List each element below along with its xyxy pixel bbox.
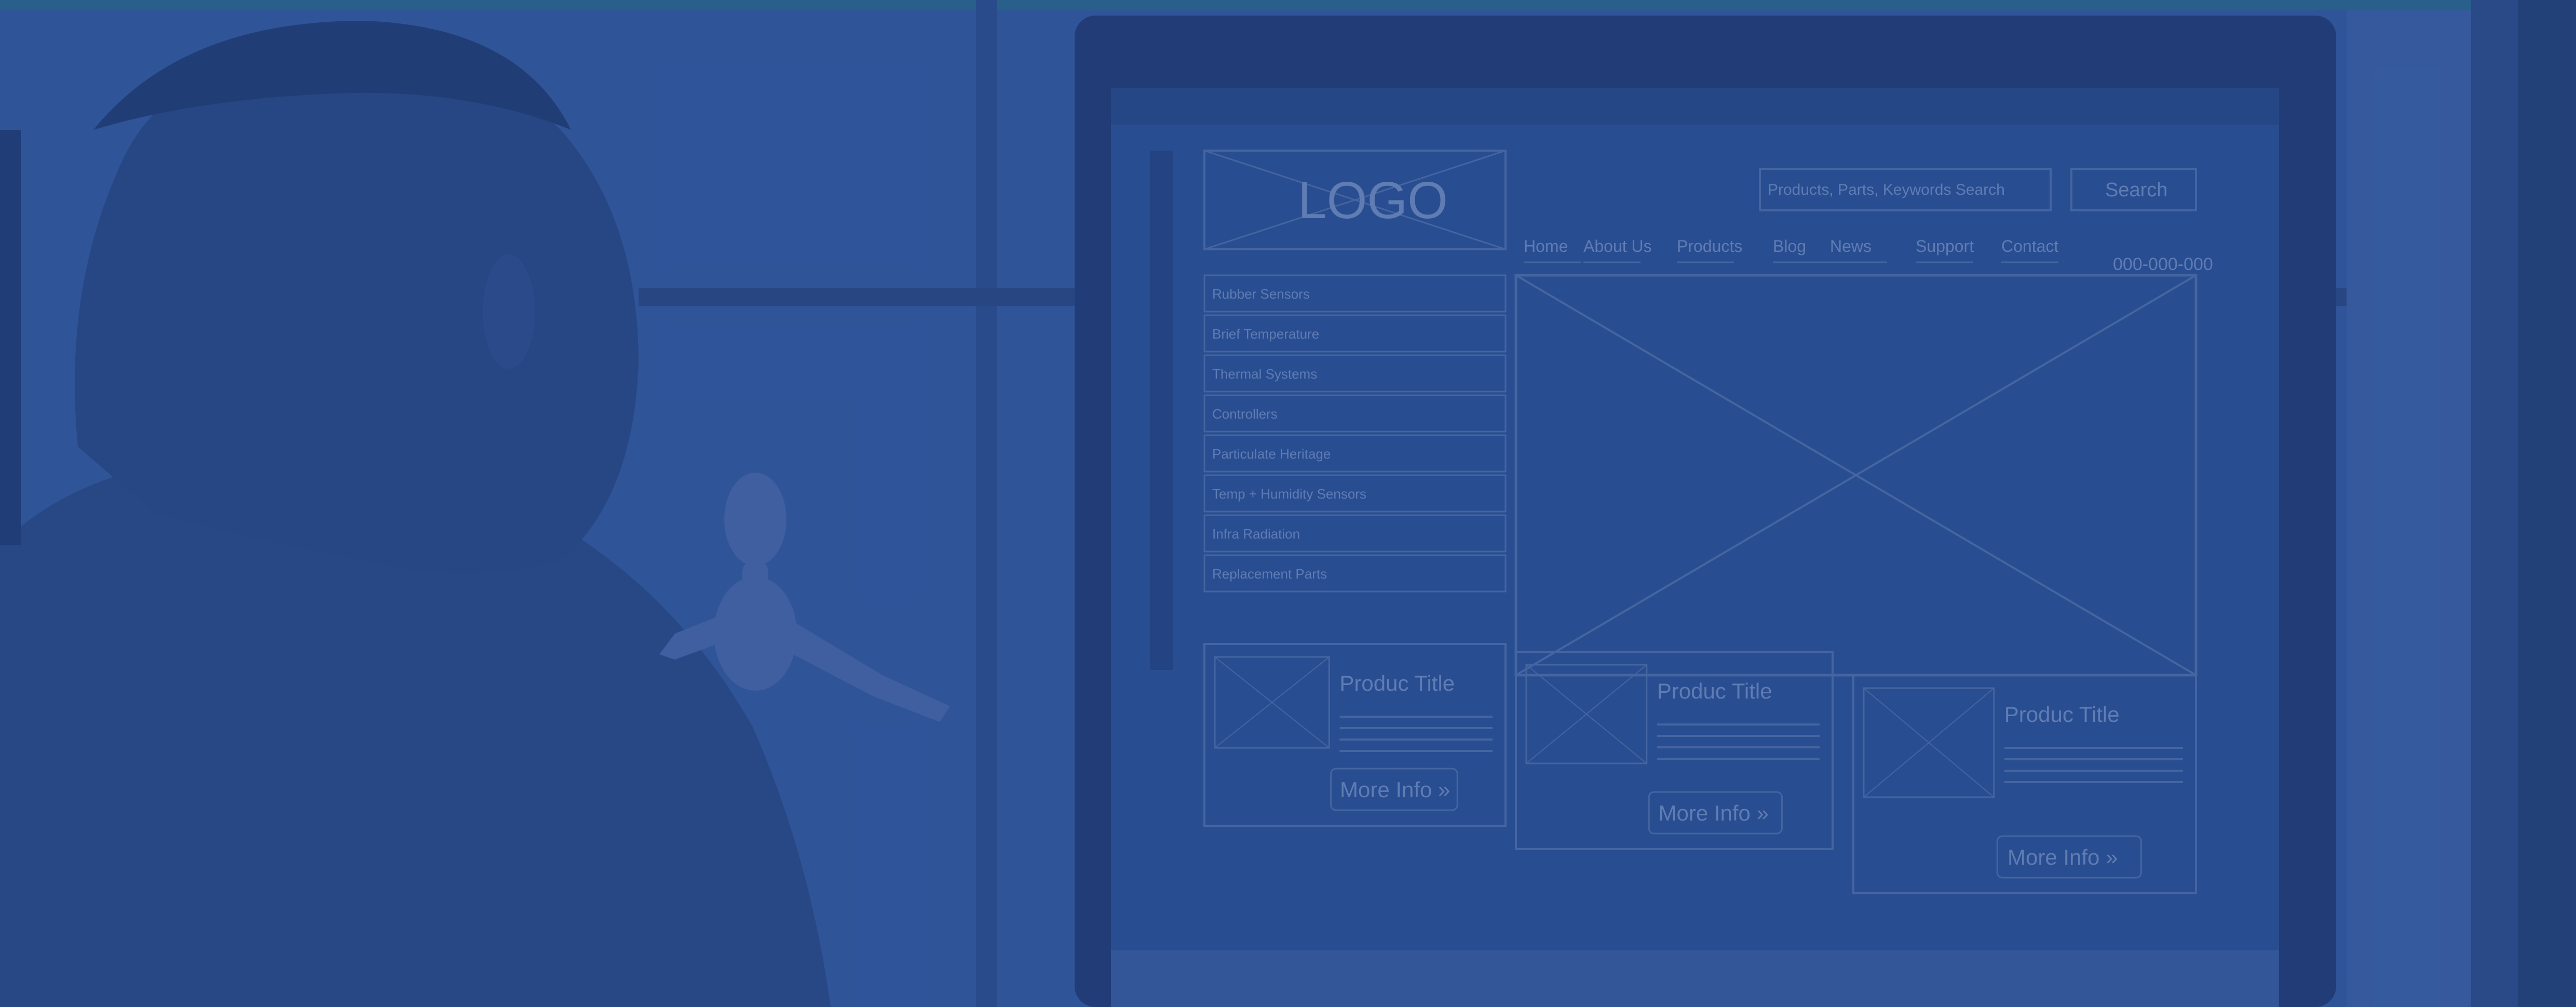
wireframe-more-info: More Info » (1340, 777, 1450, 802)
wireframe-sidebar-item: Thermal Systems (1212, 366, 1317, 382)
wireframe-logo: LOGO (1298, 171, 1448, 230)
wireframe-product-title: Produc Title (1657, 679, 1772, 703)
wireframe-nav-item: Contact (2001, 237, 2058, 256)
wireframe-sidebar-item: Temp + Humidity Sensors (1212, 486, 1366, 502)
wireframe-sidebar-item: Controllers (1212, 406, 1278, 422)
wireframe-nav-item: Products (1677, 237, 1742, 256)
wireframe-nav-item: About Us (1583, 237, 1652, 256)
wireframe-product-title: Produc Title (1339, 671, 1455, 695)
wireframe-sidebar-item: Brief Temperature (1212, 326, 1319, 342)
wireframe-sidebar-item: Infra Radiation (1212, 526, 1300, 542)
wireframe-more-info: More Info » (1659, 801, 1769, 825)
window-mullion (976, 0, 997, 1007)
wireframe-phone: 000-000-000 (2113, 254, 2213, 274)
wireframe-nav-item: Home (1524, 237, 1568, 256)
wireframe-search-button: Search (2105, 179, 2167, 201)
wireframe-nav-item: Support (1916, 237, 1974, 256)
wireframe-nav-item: News (1830, 237, 1872, 256)
wireframe-sidebar-item: Particulate Heritage (1212, 446, 1331, 462)
photo-scene: LOGO Products, Parts, Keywords Search Se… (0, 0, 2576, 1007)
wireframe-sidebar-item: Rubber Sensors (1212, 286, 1310, 302)
wireframe-product-title: Produc Title (2004, 702, 2120, 727)
wireframe-sidebar-item: Replacement Parts (1212, 566, 1327, 582)
editor-toolbar (1150, 151, 1173, 670)
wireframe-nav-item: Blog (1773, 237, 1806, 256)
wireframe-more-info: More Info » (2008, 845, 2118, 869)
wireframe-search-placeholder: Products, Parts, Keywords Search (1768, 181, 2005, 198)
